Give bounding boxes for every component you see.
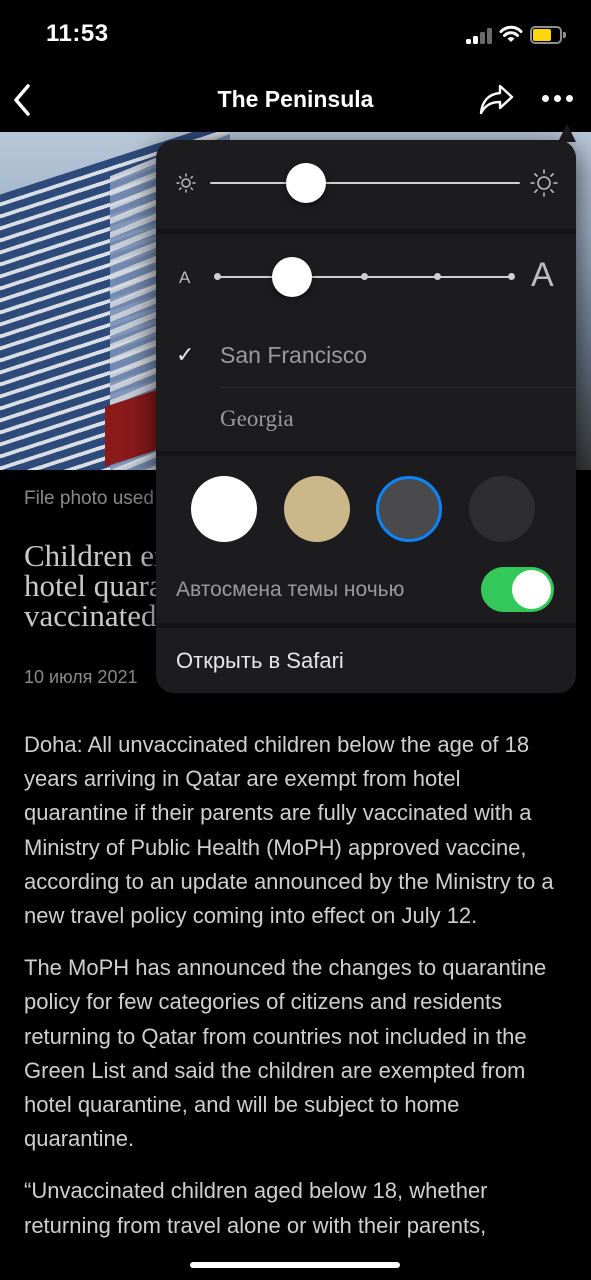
reader-settings-popup: A A ✓ San Francisco Georgia Автосмена те… [156, 140, 576, 693]
font-option-georgia[interactable]: Georgia [156, 388, 576, 451]
status-time: 11:53 [46, 20, 109, 47]
home-indicator [190, 1262, 400, 1268]
more-options-icon[interactable] [540, 88, 576, 108]
paragraph: “Unvaccinated children aged below 18, wh… [24, 1178, 488, 1238]
article-date: 10 июля 2021 [24, 667, 138, 687]
divider [156, 451, 576, 456]
divider [156, 229, 576, 234]
article-body: Doha: All unvaccinated children below th… [24, 728, 569, 1261]
navigation-bar: The Peninsula [0, 70, 591, 132]
theme-white-button[interactable] [191, 476, 257, 542]
wifi-icon [499, 25, 523, 42]
sun-large-icon [530, 169, 558, 197]
text-size-stop [434, 273, 441, 280]
font-option-san-francisco[interactable]: ✓ San Francisco [156, 324, 576, 387]
photo-caption: File photo used [24, 488, 154, 509]
cellular-signal-icon [466, 28, 494, 44]
sun-small-icon [176, 173, 196, 193]
divider [156, 623, 576, 628]
open-in-safari-button[interactable]: Открыть в Safari [176, 648, 344, 674]
brightness-slider-knob[interactable] [286, 163, 327, 203]
text-size-stop [508, 273, 515, 280]
text-size-stop [214, 273, 221, 280]
checkmark-icon: ✓ [176, 342, 195, 367]
text-size-large-label: A [531, 256, 554, 294]
paragraph: Doha: All unvaccinated children below th… [24, 732, 554, 929]
battery-icon [530, 26, 566, 44]
theme-dark-button[interactable] [469, 476, 535, 542]
auto-theme-label: Автосмена темы ночью [176, 578, 405, 601]
text-size-small-label: A [179, 268, 191, 287]
auto-theme-toggle[interactable] [481, 567, 554, 612]
status-bar: 11:53 [0, 0, 591, 70]
theme-sepia-button[interactable] [284, 476, 350, 542]
paragraph: The MoPH has announced the changes to qu… [24, 955, 547, 1152]
brightness-track[interactable] [210, 182, 520, 184]
theme-gray-button[interactable] [376, 476, 442, 542]
share-arrow-icon[interactable] [478, 82, 516, 116]
text-size-stop [361, 273, 368, 280]
text-size-slider-knob[interactable] [272, 257, 312, 297]
